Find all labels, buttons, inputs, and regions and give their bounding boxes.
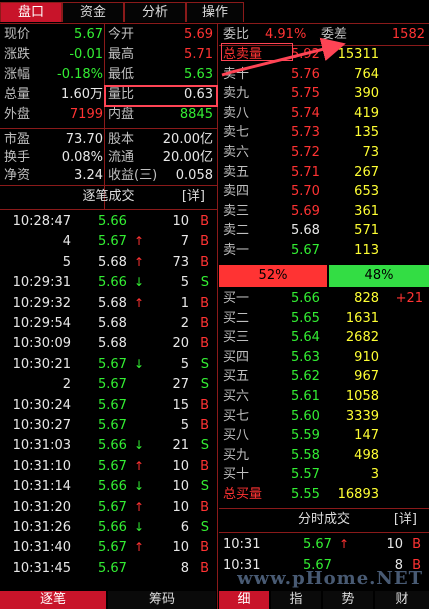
annotation-arrow <box>221 37 346 77</box>
watermark: www.pHome.NET <box>237 568 423 589</box>
zongmailiang-highlight <box>221 43 293 61</box>
